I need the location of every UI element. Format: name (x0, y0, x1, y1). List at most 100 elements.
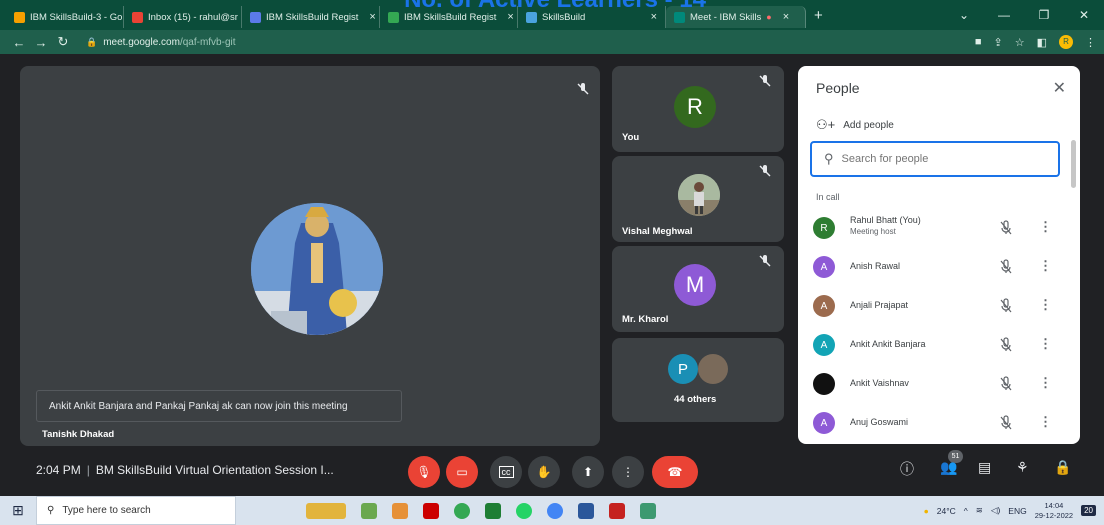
clock[interactable]: 14:04 29-12-2022 (1035, 501, 1073, 521)
share-icon[interactable]: ⇪ (994, 36, 1003, 49)
tray-expand-icon[interactable]: ^ (964, 506, 968, 516)
news-widget-icon[interactable] (306, 502, 346, 519)
camera-icon[interactable]: ■ (975, 36, 982, 48)
list-item[interactable]: A Ankit Ankit Banjara ⋮ (798, 326, 1074, 365)
more-options-icon[interactable]: ⋮ (1039, 414, 1052, 430)
chat-icon[interactable]: ▤ (978, 459, 991, 476)
present-screen-icon: ⬆ (582, 465, 594, 479)
mic-off-icon[interactable] (998, 415, 1014, 431)
participant-avatar: A (813, 334, 835, 356)
close-window-button[interactable]: ✕ (1064, 8, 1104, 22)
captions-button[interactable]: cc (490, 456, 522, 488)
taskbar-search-placeholder: Type here to search (62, 505, 151, 516)
search-people[interactable]: ⚲ (810, 141, 1060, 177)
list-item[interactable]: R Rahul Bhatt (You) Meeting host ⋮ (798, 209, 1074, 248)
file-explorer-icon[interactable] (361, 502, 377, 519)
more-options-icon[interactable]: ⋮ (1039, 336, 1052, 352)
main-avatar (251, 203, 383, 335)
more-options-icon[interactable]: ⋮ (1039, 258, 1052, 274)
mic-off-icon[interactable] (998, 298, 1014, 314)
weather-icon[interactable]: ● (924, 506, 929, 516)
tab-favicon-icon (526, 11, 537, 23)
app-icon[interactable] (392, 502, 408, 519)
list-item[interactable]: A Anuj Goswami ⋮ (798, 404, 1074, 443)
tab-search-icon[interactable]: ⌄ (944, 8, 984, 22)
browser-tab[interactable]: IBM SkillsBuild-3 - Go × (6, 6, 124, 28)
whatsapp-icon[interactable] (454, 502, 470, 519)
reload-icon[interactable]: ↻ (52, 34, 74, 50)
main-video-tile[interactable]: Ankit Ankit Banjara and Pankaj Pankaj ak… (20, 66, 600, 446)
whatsapp-icon[interactable] (516, 502, 532, 519)
more-options-icon[interactable]: ⋮ (1039, 375, 1052, 391)
browser-menu-icon[interactable]: ⋮ (1085, 36, 1096, 49)
tab-label: Meet - IBM Skills (690, 11, 762, 23)
mic-off-icon[interactable] (998, 337, 1014, 353)
search-input[interactable] (841, 153, 1022, 165)
taskbar-search[interactable]: ⚲ Type here to search (36, 496, 236, 525)
forward-icon[interactable]: → (30, 35, 52, 50)
mic-off-icon[interactable] (998, 259, 1014, 275)
chrome-icon[interactable] (547, 502, 563, 519)
list-item[interactable]: A Anjali Prajapat ⋮ (798, 287, 1074, 326)
clock-time: 14:04 (1044, 500, 1064, 510)
captions-icon: cc (498, 466, 514, 478)
scrollbar[interactable] (1071, 140, 1076, 188)
participant-name: You (622, 132, 640, 143)
new-tab-button[interactable]: + (814, 7, 823, 24)
mic-off-icon (758, 254, 772, 268)
minimize-button[interactable]: — (984, 8, 1024, 22)
clock-date: 29-12-2022 (1034, 510, 1074, 520)
browser-tab[interactable]: Inbox (15) - rahul@sr × (124, 6, 242, 28)
pdf-icon[interactable] (609, 502, 625, 519)
excel-icon[interactable] (485, 502, 501, 519)
url-field[interactable]: meet.google.com/qaf-mfvb-git (103, 37, 235, 48)
present-button[interactable]: ⬆ (572, 456, 604, 488)
extension-icon[interactable]: ◧ (1037, 36, 1047, 49)
mic-off-icon[interactable] (998, 220, 1014, 236)
profile-icon[interactable]: R (1059, 35, 1073, 49)
meeting-details-icon[interactable]: ⓘ (900, 459, 914, 479)
language-indicator[interactable]: ENG (1008, 506, 1026, 516)
people-icon[interactable]: 👥 (940, 459, 957, 476)
participant-tile[interactable]: M Mr. Kharol (612, 246, 784, 332)
participant-list: R Rahul Bhatt (You) Meeting host ⋮ A Ani… (798, 209, 1074, 443)
more-options-icon[interactable]: ⋮ (1039, 297, 1052, 313)
lock-icon[interactable]: 🔒 (86, 37, 97, 48)
back-icon[interactable]: ← (8, 35, 30, 50)
volume-icon[interactable]: ◁) (991, 505, 1000, 516)
activities-icon[interactable]: ⚘ (1016, 459, 1029, 476)
word-icon[interactable] (578, 502, 594, 519)
close-icon[interactable]: ✕ (1053, 78, 1066, 98)
notification-icon[interactable]: 20 (1081, 505, 1096, 516)
app-icon[interactable] (640, 502, 656, 519)
more-options-icon[interactable]: ⋮ (1039, 219, 1052, 235)
mic-off-icon[interactable] (998, 376, 1014, 392)
list-item[interactable]: A Anish Rawal ⋮ (798, 248, 1074, 287)
maximize-button[interactable]: ❐ (1024, 8, 1064, 22)
host-controls-icon[interactable]: 🔒 (1054, 459, 1071, 476)
close-tab-icon[interactable]: × (369, 11, 375, 23)
os-taskbar: ⊞ ⚲ Type here to search ● 24°C ^ ≋ ◁) EN… (0, 496, 1104, 525)
windows-start-icon[interactable]: ⊞ (0, 502, 36, 519)
participant-tile[interactable]: R You (612, 66, 784, 152)
leave-call-button[interactable]: ☎ (652, 456, 698, 488)
bookmark-star-icon[interactable]: ☆ (1015, 36, 1025, 49)
add-people-button[interactable]: ⚇+ Add people (816, 117, 894, 133)
add-people-label: Add people (843, 119, 894, 131)
app-icon[interactable] (423, 502, 439, 519)
list-item[interactable]: Ankit Vaishnav ⋮ (798, 365, 1074, 404)
participant-tile[interactable]: Vishal Meghwal (612, 156, 784, 242)
raise-hand-button[interactable]: ✋ (528, 456, 560, 488)
close-tab-icon[interactable]: × (783, 11, 789, 23)
others-tile[interactable]: P 44 others (612, 338, 784, 422)
add-person-icon: ⚇+ (816, 117, 836, 132)
participant-avatar: P (668, 354, 698, 384)
camera-toggle-button[interactable]: ▭ (446, 456, 478, 488)
more-options-button[interactable]: ⋮ (612, 456, 644, 488)
mic-off-icon (576, 82, 590, 96)
mic-toggle-button[interactable]: 🎙 (408, 456, 440, 488)
network-icon[interactable]: ≋ (976, 505, 983, 516)
participant-name: Vishal Meghwal (622, 226, 693, 237)
participant-role: Meeting host (850, 227, 896, 236)
meeting-info: 2:04 PM | BM SkillsBuild Virtual Orientati… (36, 463, 334, 477)
